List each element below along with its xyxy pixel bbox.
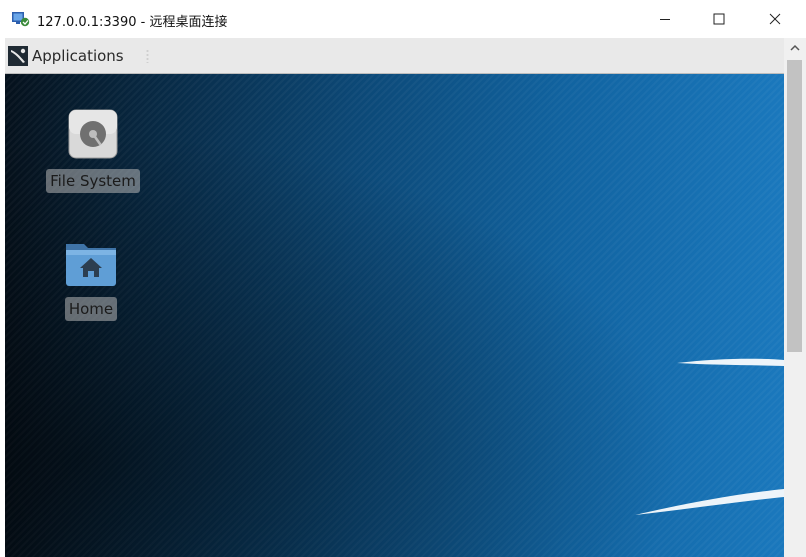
minimize-icon	[660, 19, 670, 20]
desktop-icon-label: Home	[64, 297, 118, 321]
maximize-icon	[713, 13, 725, 25]
desktop-background[interactable]: File System Home	[5, 74, 784, 557]
desktop-icon-file-system[interactable]: File System	[41, 108, 145, 193]
close-button[interactable]	[752, 0, 798, 38]
drive-harddisk-icon	[68, 109, 118, 159]
vertical-scrollbar[interactable]	[784, 38, 806, 557]
maximize-button[interactable]	[696, 0, 742, 38]
remote-desktop-icon	[12, 12, 30, 27]
window-titlebar[interactable]: 127.0.0.1:3390 - 远程桌面连接	[0, 0, 806, 38]
desktop-icon-label: File System	[46, 169, 140, 193]
panel-separator	[146, 49, 149, 63]
xfce-mouse-icon	[8, 46, 28, 66]
chevron-up-icon	[790, 44, 800, 51]
minimize-button[interactable]	[642, 0, 688, 38]
window-title: 127.0.0.1:3390 - 远程桌面连接	[37, 15, 228, 30]
xfce-top-panel: Applications	[5, 38, 784, 74]
scroll-thumb[interactable]	[787, 60, 802, 352]
scroll-up-button[interactable]	[784, 38, 806, 58]
close-icon	[769, 13, 781, 25]
folder-home-icon	[66, 244, 116, 286]
desktop-icon-home[interactable]: Home	[57, 238, 125, 321]
applications-label: Applications	[32, 47, 124, 65]
applications-menu-button[interactable]: Applications	[8, 44, 124, 68]
remote-desktop-view[interactable]: Applications File System Home	[5, 38, 784, 557]
